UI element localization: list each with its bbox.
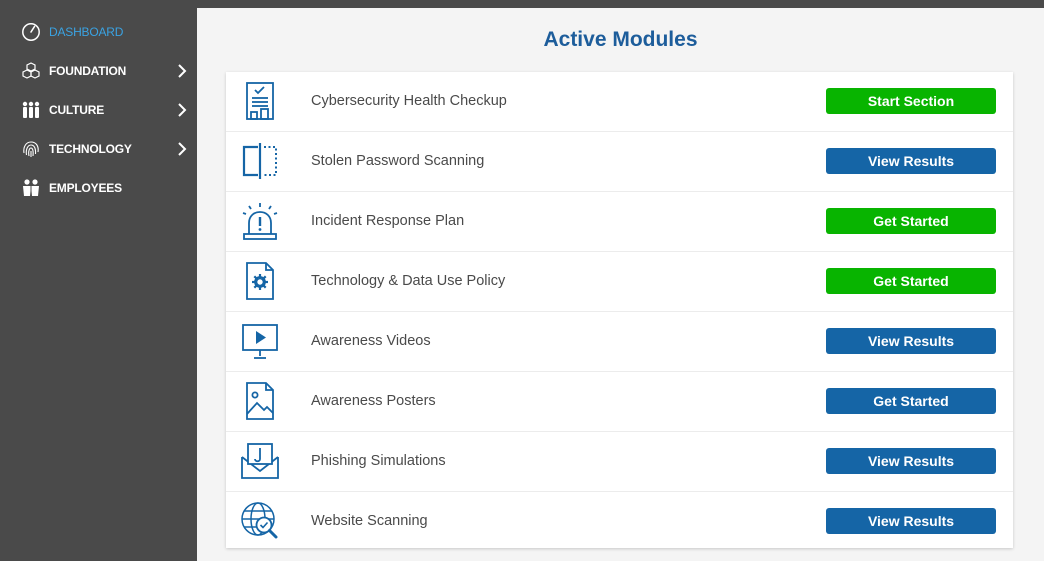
sidebar-item-technology[interactable]: TECHNOLOGY xyxy=(0,133,197,165)
phishing-envelope-icon xyxy=(241,443,279,479)
fingerprint-icon xyxy=(23,141,39,157)
sidebar-item-label: FOUNDATION xyxy=(49,64,127,78)
video-screen-icon xyxy=(242,324,278,359)
scanner-icon xyxy=(242,143,277,179)
view-results-button[interactable]: View Results xyxy=(826,148,996,174)
module-row: Technology & Data Use Policy Get Started xyxy=(226,252,1013,312)
sidebar-item-label: CULTURE xyxy=(49,103,105,117)
chevron-right-icon xyxy=(178,142,187,156)
sidebar-item-culture[interactable]: CULTURE xyxy=(0,94,197,126)
module-row: Awareness Posters Get Started xyxy=(226,372,1013,432)
clipboard-checklist-icon xyxy=(246,82,274,120)
module-row: Website Scanning View Results xyxy=(226,492,1013,552)
page-title: Active Modules xyxy=(543,28,698,51)
get-started-button[interactable]: Get Started xyxy=(826,388,996,414)
get-started-button[interactable]: Get Started xyxy=(826,268,996,294)
sidebar-item-label: TECHNOLOGY xyxy=(49,142,132,156)
module-name: Phishing Simulations xyxy=(311,453,446,469)
sidebar-item-dashboard[interactable]: DASHBOARD xyxy=(0,16,197,48)
module-name: Technology & Data Use Policy xyxy=(311,273,506,289)
module-row: Incident Response Plan Get Started xyxy=(226,192,1013,252)
sidebar-item-foundation[interactable]: FOUNDATION xyxy=(0,55,197,87)
module-name: Website Scanning xyxy=(311,513,428,529)
employees-icon xyxy=(23,179,39,196)
sidebar-item-employees[interactable]: EMPLOYEES xyxy=(0,172,197,204)
module-name: Cybersecurity Health Checkup xyxy=(311,93,507,109)
alarm-siren-icon xyxy=(242,203,278,240)
module-name: Incident Response Plan xyxy=(311,213,465,229)
view-results-button[interactable]: View Results xyxy=(826,508,996,534)
module-name: Awareness Videos xyxy=(311,333,431,349)
cubes-icon xyxy=(22,62,40,79)
chevron-right-icon xyxy=(178,103,187,117)
module-row: Awareness Videos View Results xyxy=(226,312,1013,372)
main-content: Active Modules Cybersecurity Health Chec… xyxy=(197,8,1044,561)
start-section-button[interactable]: Start Section xyxy=(826,88,996,114)
globe-search-icon xyxy=(241,502,278,539)
get-started-button[interactable]: Get Started xyxy=(826,208,996,234)
people-group-icon xyxy=(22,101,40,118)
module-row: Cybersecurity Health Checkup Start Secti… xyxy=(226,72,1013,132)
modules-card: Cybersecurity Health Checkup Start Secti… xyxy=(226,72,1013,548)
module-row: Stolen Password Scanning View Results xyxy=(226,132,1013,192)
sidebar: DASHBOARD FOUNDATION CULTURE TECHNOLOGY … xyxy=(0,8,197,561)
top-bar xyxy=(0,0,1044,8)
sidebar-item-label: DASHBOARD xyxy=(49,25,124,39)
module-name: Stolen Password Scanning xyxy=(311,153,485,169)
module-row: Phishing Simulations View Results xyxy=(226,432,1013,492)
view-results-button[interactable]: View Results xyxy=(826,328,996,354)
policy-document-icon xyxy=(246,262,274,300)
gauge-icon xyxy=(22,23,40,41)
module-name: Awareness Posters xyxy=(311,393,436,409)
poster-image-icon xyxy=(246,382,274,420)
chevron-right-icon xyxy=(178,64,187,78)
view-results-button[interactable]: View Results xyxy=(826,448,996,474)
sidebar-item-label: EMPLOYEES xyxy=(49,181,122,195)
